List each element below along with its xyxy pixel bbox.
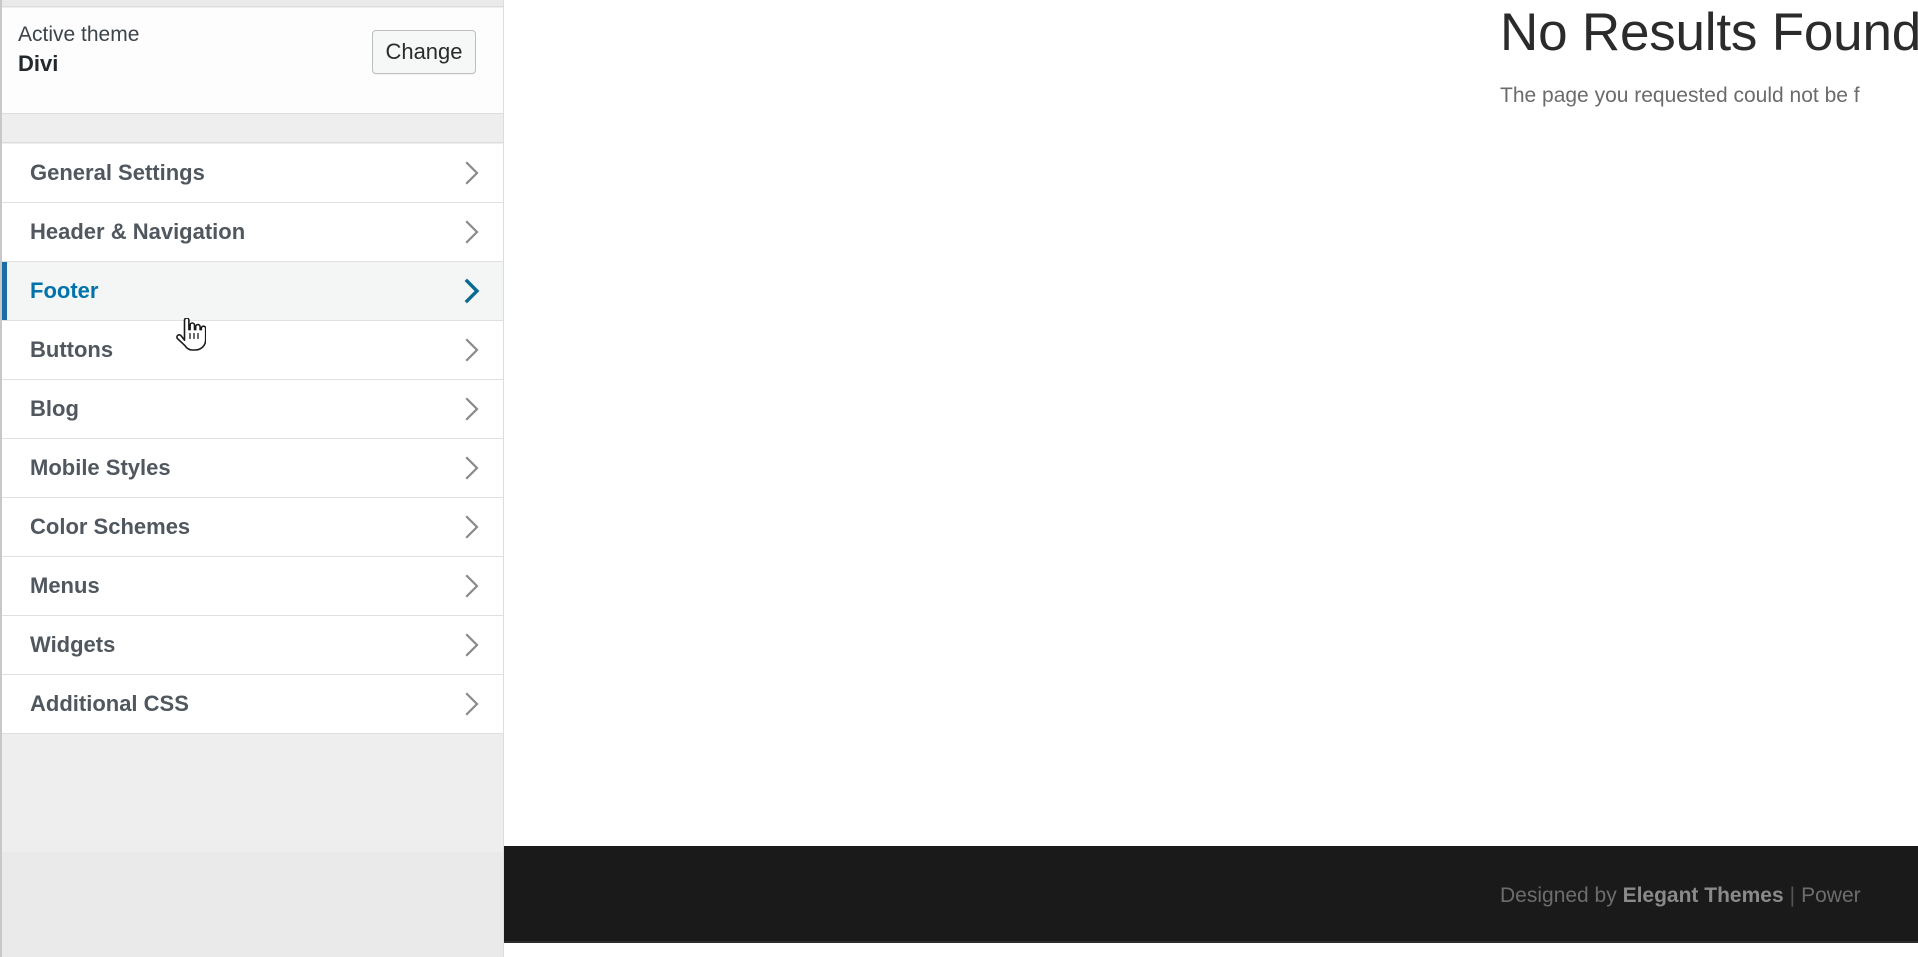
panel-item-label: Blog: [30, 396, 79, 421]
customizer-panel-list: General Settings Header & Navigation Foote…: [2, 144, 503, 734]
panel-item-header-navigation[interactable]: Header & Navigation: [2, 203, 503, 262]
panel-item-label: Widgets: [30, 632, 116, 657]
panel-item-label: Mobile Styles: [30, 455, 171, 480]
elegant-themes-link[interactable]: Elegant Themes: [1623, 884, 1784, 907]
sidebar-bottom-filler: [2, 852, 503, 957]
panel-item-label: Menus: [30, 573, 100, 598]
panel-item-label: Color Schemes: [30, 514, 191, 539]
sidebar-top-strip: [0, 0, 503, 7]
chevron-right-icon: [462, 380, 482, 438]
active-accent-bar: [2, 262, 7, 320]
active-theme-name: Divi: [18, 51, 59, 76]
credits-separator: |: [1789, 884, 1796, 907]
panel-item-blog[interactable]: Blog: [2, 380, 503, 439]
active-theme-header: Active theme Divi Change: [2, 8, 503, 114]
panel-item-label: General Settings: [30, 160, 205, 185]
panel-item-menus[interactable]: Menus: [2, 557, 503, 616]
chevron-right-icon: [462, 262, 482, 320]
panel-item-label: Additional CSS: [30, 691, 189, 716]
chevron-right-icon: [462, 203, 482, 261]
chevron-right-icon: [462, 616, 482, 674]
designed-by-text: Designed by: [1500, 884, 1623, 907]
site-footer-credits: Designed by Elegant Themes | Power: [1500, 881, 1861, 910]
chevron-right-icon: [462, 498, 482, 556]
active-theme-label: Active theme: [18, 23, 140, 46]
customizer-screen: No Results Found The page you requested …: [0, 0, 1918, 957]
site-footer-bar: Designed by Elegant Themes | Power: [504, 846, 1918, 943]
panel-item-label: Header & Navigation: [30, 219, 246, 244]
panel-item-footer[interactable]: Footer: [2, 262, 503, 321]
chevron-right-icon: [462, 675, 482, 733]
chevron-right-icon: [462, 439, 482, 497]
powered-by-text: Power: [1801, 884, 1861, 907]
change-theme-button[interactable]: Change: [372, 30, 476, 74]
panel-item-widgets[interactable]: Widgets: [2, 616, 503, 675]
panel-item-mobile-styles[interactable]: Mobile Styles: [2, 439, 503, 498]
chevron-right-icon: [462, 144, 482, 202]
preview-content: No Results Found The page you requested …: [504, 0, 1918, 957]
chevron-right-icon: [462, 321, 482, 379]
panel-item-label: Buttons: [30, 337, 114, 362]
panel-item-color-schemes[interactable]: Color Schemes: [2, 498, 503, 557]
sidebar-header-gap: [2, 114, 503, 143]
chevron-right-icon: [462, 557, 482, 615]
no-results-subtitle: The page you requested could not be f: [1500, 84, 1860, 107]
panel-item-additional-css[interactable]: Additional CSS: [2, 675, 503, 734]
no-results-heading: No Results Found: [1500, 3, 1918, 62]
customizer-sidebar: Active theme Divi Change General Setting…: [0, 0, 504, 957]
panel-item-buttons[interactable]: Buttons: [2, 321, 503, 380]
panel-item-general-settings[interactable]: General Settings: [2, 144, 503, 203]
panel-item-label: Footer: [30, 278, 99, 303]
theme-preview-pane: No Results Found The page you requested …: [504, 0, 1918, 957]
